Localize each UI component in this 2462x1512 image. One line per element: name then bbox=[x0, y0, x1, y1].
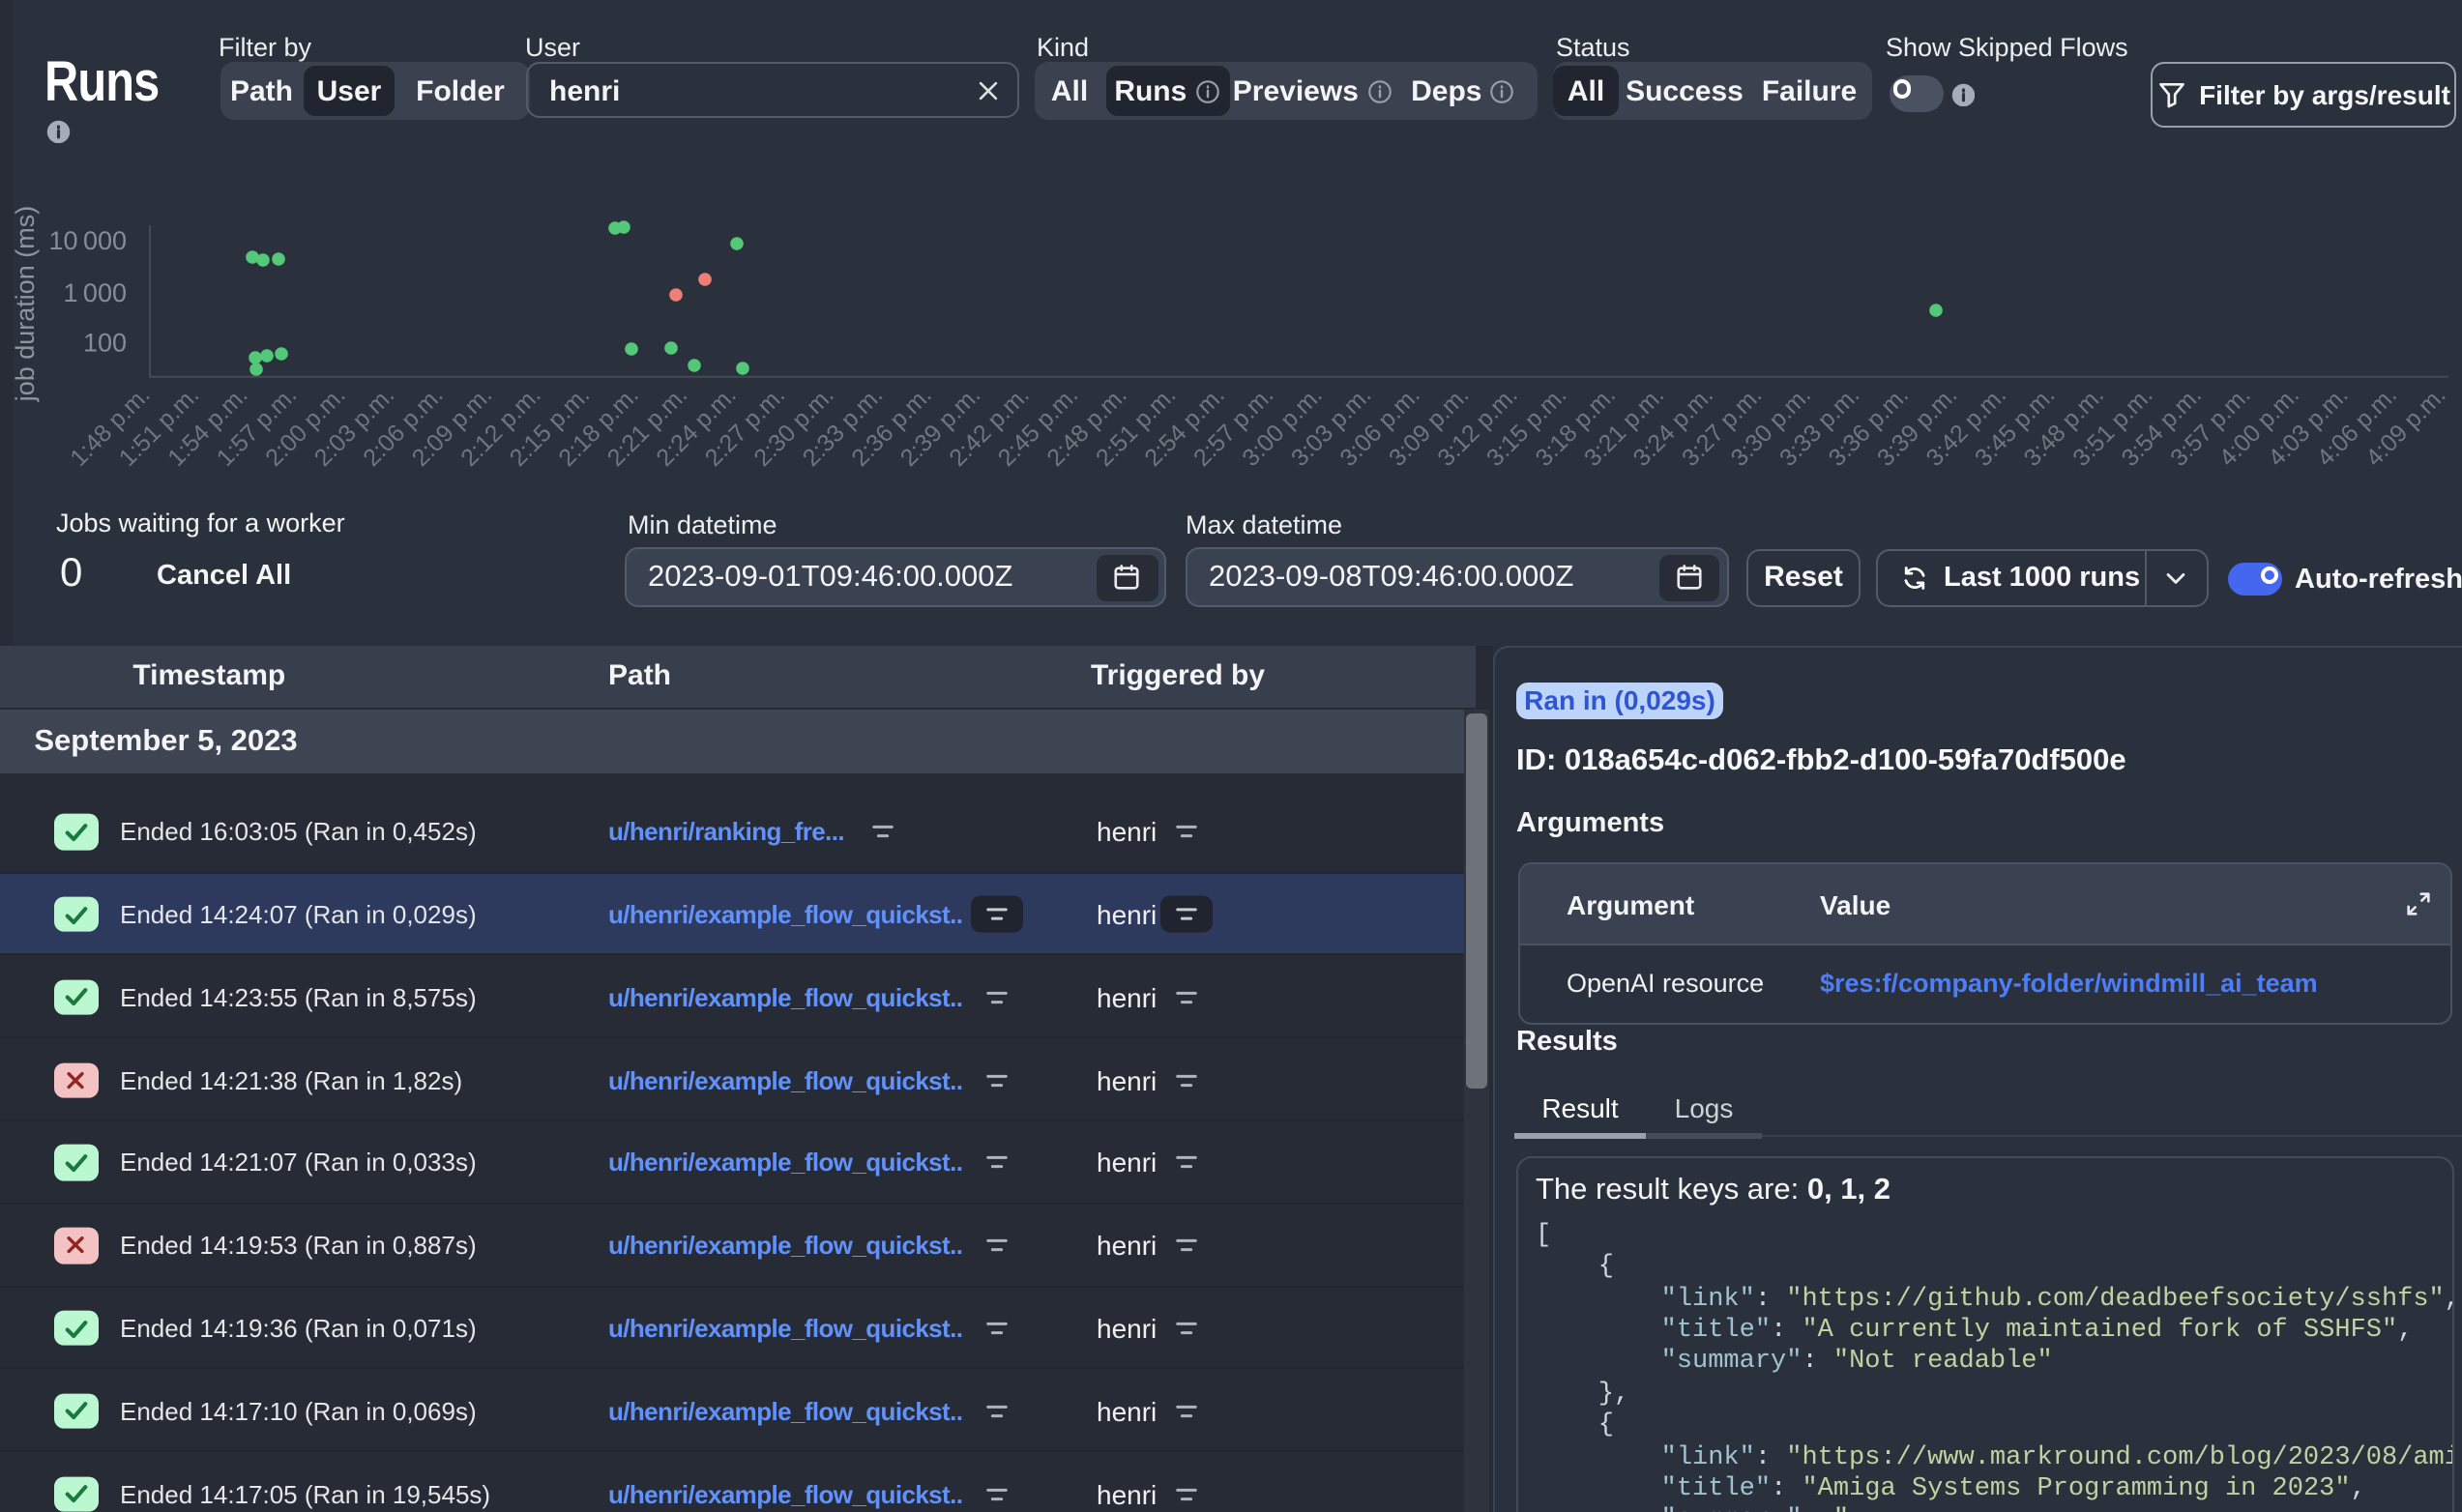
svg-text:job duration (ms): job duration (ms) bbox=[11, 206, 40, 403]
svg-text:100: 100 bbox=[83, 329, 127, 358]
svg-text:10 000: 10 000 bbox=[49, 226, 128, 255]
svg-text:1 000: 1 000 bbox=[64, 278, 127, 307]
